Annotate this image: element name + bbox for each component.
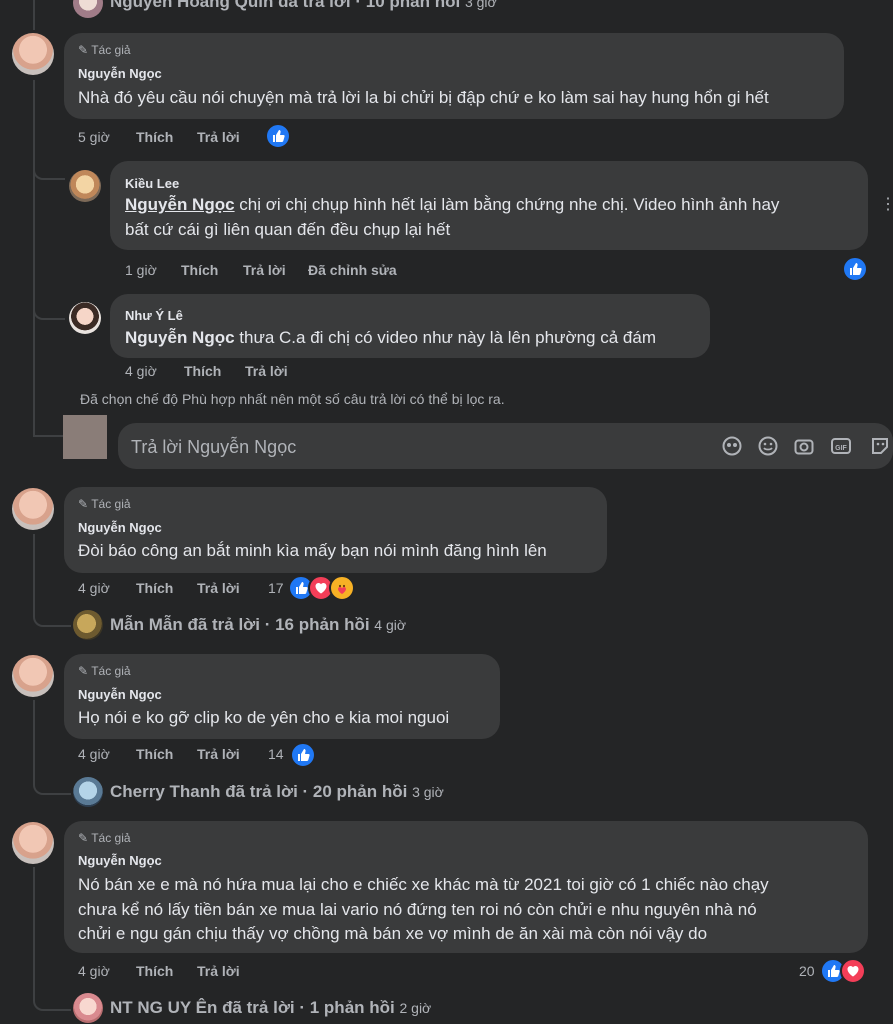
thread-branch [33, 985, 71, 1011]
thread-branch [33, 600, 71, 627]
mention-link[interactable]: Nguyễn Ngọc [125, 195, 235, 214]
like-button[interactable]: Thích [184, 363, 221, 379]
pencil-icon: ✎ [78, 664, 89, 678]
pencil-icon: ✎ [78, 831, 89, 845]
like-button[interactable]: Thích [136, 963, 173, 979]
author-avatar[interactable] [12, 655, 54, 697]
reply-button[interactable]: Trả lời [197, 129, 240, 145]
comment-time[interactable]: 4 giờ [78, 580, 110, 596]
thread-line [33, 80, 35, 436]
thread-branch [33, 150, 65, 180]
reaction-count[interactable]: 20 [799, 963, 815, 979]
reply-time[interactable]: 1 giờ [125, 262, 157, 278]
comment-time[interactable]: 5 giờ [78, 129, 110, 145]
filter-notice: Đã chọn chế độ Phù hợp nhất nên một số c… [80, 391, 505, 407]
author-badge: ✎ Tác giả [78, 43, 131, 57]
care-reaction-icon[interactable] [329, 575, 355, 601]
reply-button[interactable]: Trả lời [197, 963, 240, 979]
like-reaction-icon[interactable] [265, 123, 291, 149]
reply-input-placeholder[interactable]: Trả lời Nguyễn Ngọc [131, 437, 296, 458]
comment-author-name[interactable]: Nguyễn Ngọc [78, 687, 162, 702]
comment-author-name[interactable]: Nguyễn Ngọc [78, 520, 162, 535]
edited-label[interactable]: Đã chỉnh sửa [308, 262, 397, 278]
comment-text-line: chưa kể nó lấy tiền bán xe mua lai vario… [78, 900, 757, 919]
comment-time[interactable]: 4 giờ [78, 963, 110, 979]
comment-text-line: chửi e ngu gán chịu thấy vợ chồng mà bán… [78, 924, 708, 943]
comment-text-line: Nó bán xe e mà nó hứa mua lại cho e chiế… [78, 875, 769, 894]
reply-avatar[interactable] [69, 170, 101, 202]
thread-branch [33, 435, 63, 437]
gif-icon[interactable]: GIF [830, 435, 852, 457]
reply-summary[interactable]: Cherry Thanh đã trả lời · 20 phản hồi 3 … [110, 782, 444, 802]
reply-button[interactable]: Trả lời [245, 363, 288, 379]
author-badge: ✎ Tác giả [78, 497, 131, 511]
reply-button[interactable]: Trả lời [197, 746, 240, 762]
reply-avatar[interactable] [69, 302, 101, 334]
comment-time[interactable]: 4 giờ [78, 746, 110, 762]
like-reaction-icon[interactable] [842, 256, 868, 282]
reply-text-line: Nguyễn Ngọc chị ơi chị chụp hình hết lại… [125, 195, 780, 214]
reply-button[interactable]: Trả lời [243, 262, 286, 278]
comment-text: Nhà đó yêu cầu nói chuyện mà trả lời la … [78, 88, 769, 107]
like-button[interactable]: Thích [181, 262, 218, 278]
comment-text: Đòi báo công an bắt minh kìa mấy bạn nói… [78, 541, 547, 560]
replier-avatar[interactable] [73, 610, 103, 640]
replier-avatar[interactable] [73, 0, 103, 18]
comment-author-name[interactable]: Nguyễn Ngọc [78, 853, 162, 868]
reply-summary[interactable]: NT NG UY Ên đã trả lời · 1 phản hồi 2 gi… [110, 998, 431, 1018]
sticker-icon[interactable] [869, 435, 891, 457]
thread-line [33, 867, 35, 997]
reply-time[interactable]: 4 giờ [125, 363, 157, 379]
current-user-avatar [63, 415, 107, 459]
reply-author-name[interactable]: Như Ý Lê [125, 308, 183, 323]
reaction-count[interactable]: 17 [268, 580, 284, 596]
pencil-icon: ✎ [78, 43, 89, 57]
reply-text-line: bất cứ cái gì liên quan đến đều chụp lại… [125, 220, 451, 239]
reply-author-name[interactable]: Kiều Lee [125, 176, 179, 191]
author-avatar[interactable] [12, 488, 54, 530]
pencil-icon: ✎ [78, 497, 89, 511]
like-button[interactable]: Thích [136, 746, 173, 762]
like-reaction-icon[interactable] [290, 742, 316, 768]
comment-author-name[interactable]: Nguyễn Ngọc [78, 66, 162, 81]
reaction-count[interactable]: 14 [268, 746, 284, 762]
reply-summary[interactable]: Mẫn Mẫn đã trả lời · 16 phản hồi 4 giờ [110, 615, 406, 635]
avatar-sticker-icon[interactable] [721, 435, 743, 457]
more-options-icon[interactable]: ⋮ [880, 194, 893, 214]
author-badge: ✎ Tác giả [78, 831, 131, 845]
like-button[interactable]: Thích [136, 580, 173, 596]
svg-text:GIF: GIF [835, 445, 847, 452]
reply-text-line: Nguyễn Ngọc thưa C.a đi chị có video như… [125, 328, 656, 347]
emoji-icon[interactable] [757, 435, 779, 457]
author-avatar[interactable] [12, 822, 54, 864]
love-reaction-icon[interactable] [840, 958, 866, 984]
mention-link[interactable]: Nguyễn Ngọc [125, 328, 235, 347]
thread-line [33, 0, 35, 30]
thread-branch [33, 290, 65, 320]
thread-branch [33, 768, 71, 795]
replier-avatar[interactable] [73, 993, 103, 1023]
author-badge: ✎ Tác giả [78, 664, 131, 678]
comment-text: Họ nói e ko gỡ clip ko de yên cho e kia … [78, 708, 450, 727]
reply-summary[interactable]: Nguyễn Hoàng Quin đã trả lời · 10 phản h… [110, 0, 497, 12]
camera-icon[interactable] [793, 435, 815, 457]
reply-button[interactable]: Trả lời [197, 580, 240, 596]
like-button[interactable]: Thích [136, 129, 173, 145]
replier-avatar[interactable] [73, 777, 103, 807]
author-avatar[interactable] [12, 33, 54, 75]
